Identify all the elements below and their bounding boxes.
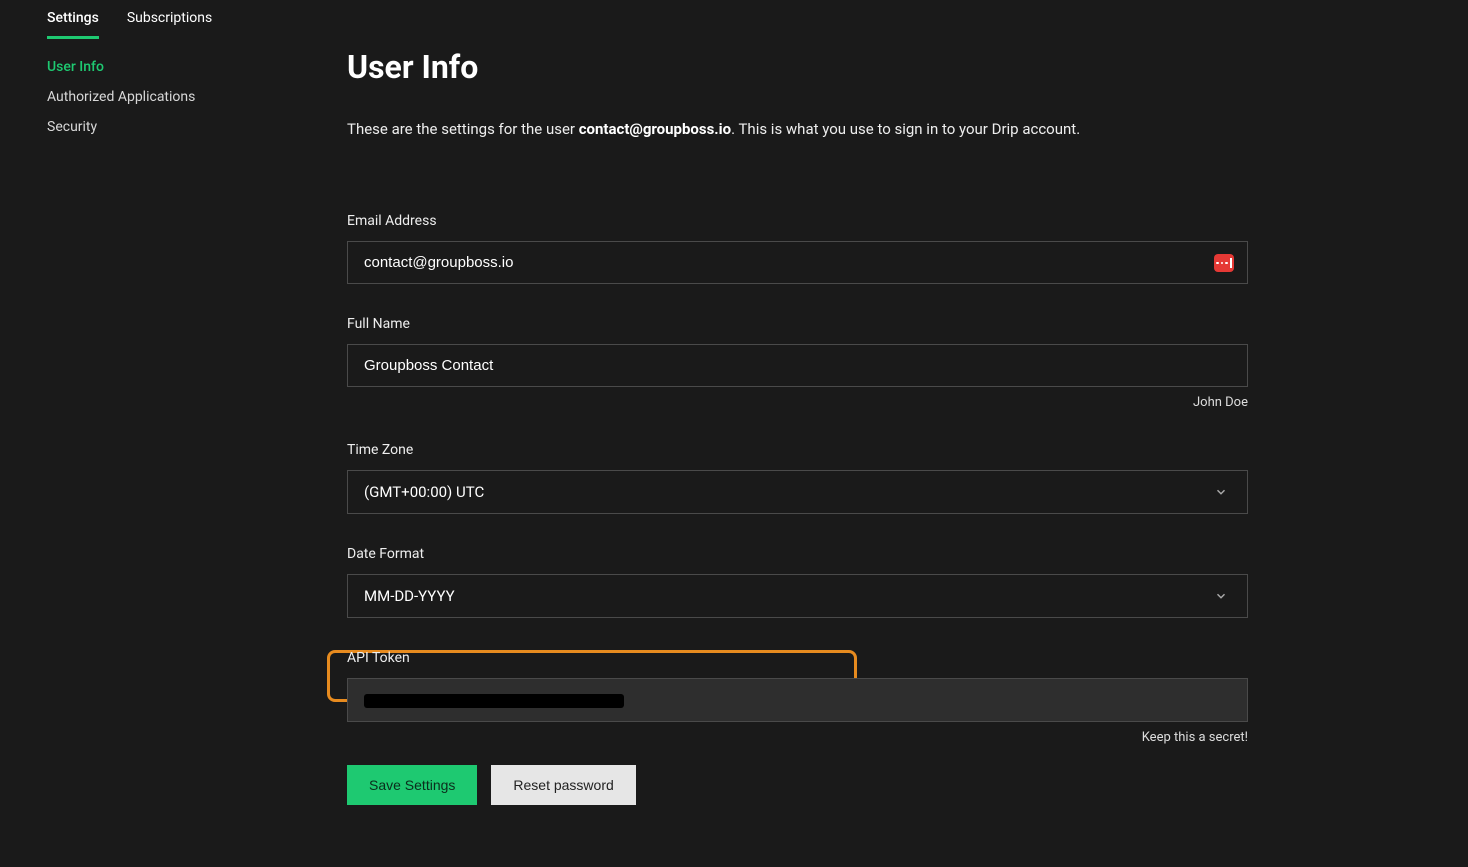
- intro-text: These are the settings for the user cont…: [347, 118, 1248, 141]
- field-api-token: API Token Keep this a secret!: [347, 650, 1248, 745]
- field-dateformat: Date Format MM-DD-YYYY: [347, 546, 1248, 618]
- email-input[interactable]: [347, 241, 1248, 284]
- intro-suffix: . This is what you use to sign in to you…: [731, 120, 1080, 138]
- field-name: Full Name John Doe: [347, 316, 1248, 410]
- main-content: User Info These are the settings for the…: [347, 0, 1468, 867]
- api-token-field[interactable]: [347, 678, 1248, 722]
- intro-email: contact@groupboss.io: [579, 120, 731, 138]
- sidebar-item-security[interactable]: Security: [47, 117, 347, 137]
- intro-prefix: These are the settings for the user: [347, 120, 579, 138]
- field-timezone: Time Zone (GMT+00:00) UTC: [347, 442, 1248, 514]
- field-email: Email Address: [347, 213, 1248, 284]
- action-buttons: Save Settings Reset password: [347, 765, 1248, 805]
- sidebar: Settings Subscriptions User Info Authori…: [0, 0, 347, 867]
- name-input[interactable]: [347, 344, 1248, 387]
- tab-subscriptions[interactable]: Subscriptions: [127, 2, 212, 39]
- api-token-redacted: [364, 694, 624, 708]
- password-manager-icon[interactable]: [1214, 254, 1234, 272]
- email-label: Email Address: [347, 213, 1248, 229]
- name-helper: John Doe: [347, 395, 1248, 410]
- sidebar-nav: User Info Authorized Applications Securi…: [47, 57, 347, 137]
- api-token-label: API Token: [347, 650, 1248, 666]
- name-label: Full Name: [347, 316, 1248, 332]
- timezone-select[interactable]: (GMT+00:00) UTC: [347, 470, 1248, 514]
- tab-settings[interactable]: Settings: [47, 2, 99, 39]
- sidebar-item-authorized-applications[interactable]: Authorized Applications: [47, 87, 347, 107]
- timezone-label: Time Zone: [347, 442, 1248, 458]
- save-settings-button[interactable]: Save Settings: [347, 765, 477, 805]
- dateformat-select[interactable]: MM-DD-YYYY: [347, 574, 1248, 618]
- reset-password-button[interactable]: Reset password: [491, 765, 635, 805]
- sidebar-item-user-info[interactable]: User Info: [47, 57, 347, 77]
- dateformat-label: Date Format: [347, 546, 1248, 562]
- api-token-helper: Keep this a secret!: [347, 730, 1248, 745]
- page-title: User Info: [347, 48, 1248, 86]
- tabs: Settings Subscriptions: [47, 2, 347, 39]
